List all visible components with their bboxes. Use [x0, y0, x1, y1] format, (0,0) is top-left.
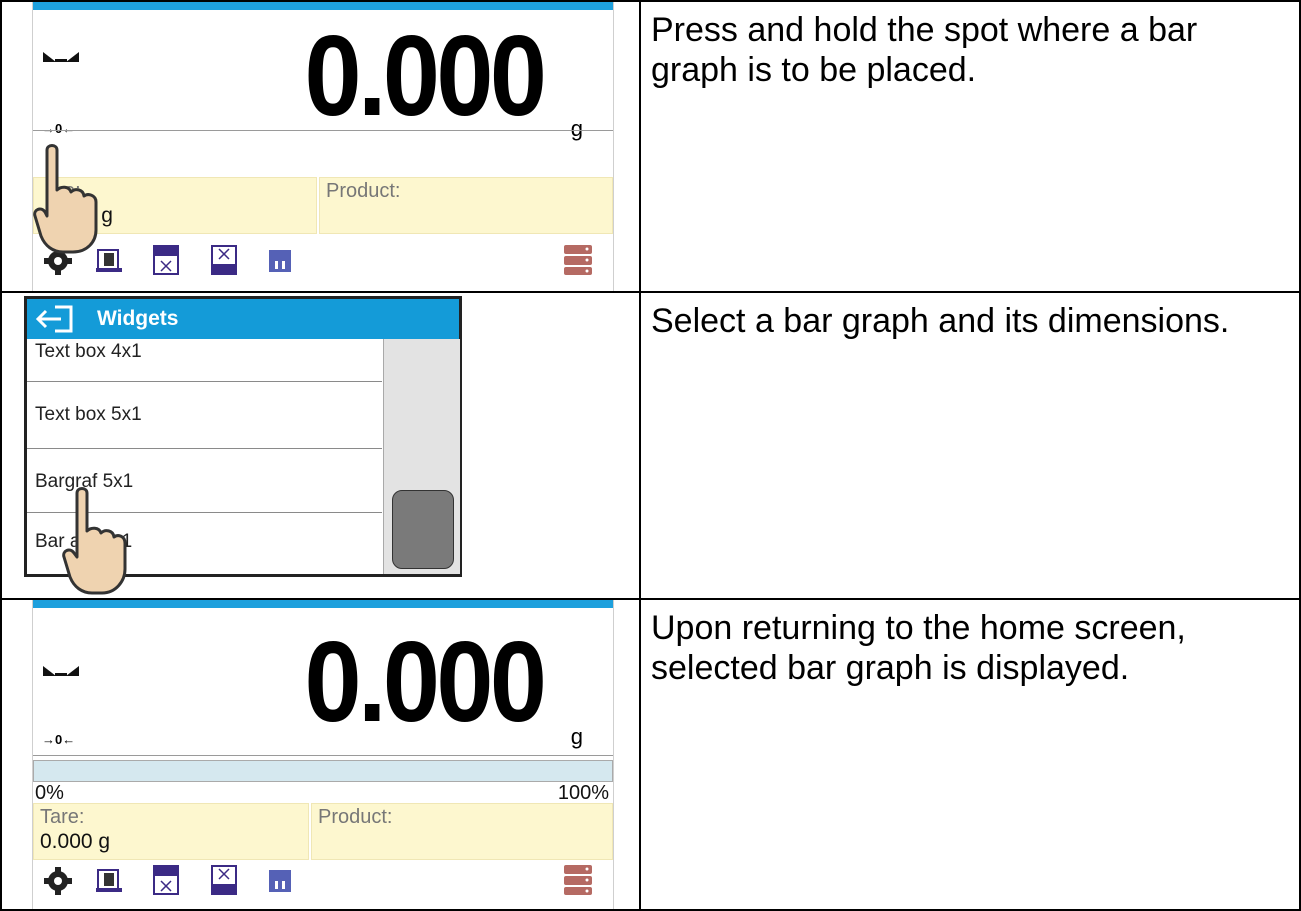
- weight-unit: g: [570, 724, 583, 749]
- product-label: Product:: [318, 806, 393, 828]
- tare-value: 0.000 g: [40, 830, 111, 853]
- max-threshold-icon[interactable]: [211, 865, 237, 895]
- screenshot-cell: Widgets Text box 4x1 Text box 5x1 Bargra…: [2, 293, 639, 598]
- bar-chart-icon[interactable]: [269, 870, 291, 892]
- tare-weight-icon[interactable]: [95, 246, 123, 274]
- max-threshold-icon[interactable]: [211, 245, 237, 275]
- pointing-hand-icon: [62, 487, 127, 595]
- instruction-cell: Upon returning to the home screen, selec…: [641, 600, 1299, 909]
- weight-reading: 0.000: [304, 619, 546, 746]
- bar-graph-min: 0%: [35, 782, 64, 804]
- settings-gear-icon[interactable]: [43, 866, 73, 896]
- min-threshold-icon[interactable]: [153, 245, 179, 275]
- min-threshold-icon[interactable]: [153, 865, 179, 895]
- table-row: Widgets Text box 4x1 Text box 5x1 Bargra…: [0, 293, 1301, 598]
- dialog-header: Widgets: [27, 299, 459, 339]
- weight-unit: g: [570, 116, 583, 141]
- stability-icon: [43, 666, 79, 676]
- divider: [33, 755, 613, 756]
- table-row: →0← 0.000 g 0% 100% Tare: 0.000 g Produc…: [0, 600, 1301, 909]
- table-row: →0← 0.000 g e: 00 g Product:: [0, 2, 1301, 291]
- status-bar: [33, 2, 613, 10]
- bar-chart-icon[interactable]: [269, 250, 291, 272]
- product-widget[interactable]: Product:: [311, 803, 613, 860]
- bar-graph-max: 100%: [557, 782, 609, 804]
- screenshot-cell: →0← 0.000 g e: 00 g Product:: [2, 2, 639, 291]
- dialog-title: Widgets: [97, 307, 179, 330]
- tare-label: Tare:: [40, 806, 85, 828]
- back-exit-icon[interactable]: [35, 304, 75, 334]
- status-bar: [33, 600, 613, 608]
- toolbar: [33, 858, 613, 906]
- pointing-hand-icon: [33, 144, 98, 254]
- balance-home-screen: →0← 0.000 g e: 00 g Product:: [32, 2, 614, 291]
- instruction-text: Press and hold the spot where a bar grap…: [651, 11, 1198, 89]
- list-item[interactable]: Text box 5x1: [27, 382, 382, 449]
- product-widget[interactable]: Product:: [319, 177, 613, 234]
- scrollbar[interactable]: [383, 339, 460, 574]
- instruction-cell: Press and hold the spot where a bar grap…: [641, 2, 1299, 291]
- database-icon[interactable]: [563, 244, 593, 276]
- database-icon[interactable]: [563, 864, 593, 896]
- screenshot-cell: →0← 0.000 g 0% 100% Tare: 0.000 g Produc…: [2, 600, 639, 909]
- divider: [33, 130, 613, 131]
- instruction-cell: Select a bar graph and its dimensions.: [641, 293, 1299, 598]
- zero-indicator: →0←: [42, 121, 76, 136]
- list-item[interactable]: Text box 4x1: [27, 339, 382, 382]
- zero-indicator: →0←: [42, 732, 76, 747]
- instruction-text: Upon returning to the home screen, selec…: [651, 609, 1186, 687]
- tare-widget[interactable]: Tare: 0.000 g: [33, 803, 309, 860]
- stability-icon: [43, 52, 79, 62]
- scrollbar-thumb[interactable]: [392, 490, 454, 569]
- product-label: Product:: [326, 180, 401, 202]
- tare-weight-icon[interactable]: [95, 866, 123, 894]
- balance-home-screen: →0← 0.000 g 0% 100% Tare: 0.000 g Produc…: [32, 600, 614, 909]
- toolbar: [33, 238, 613, 286]
- bar-graph[interactable]: [33, 760, 613, 782]
- instruction-text: Select a bar graph and its dimensions.: [651, 302, 1230, 340]
- weight-reading: 0.000: [304, 13, 546, 140]
